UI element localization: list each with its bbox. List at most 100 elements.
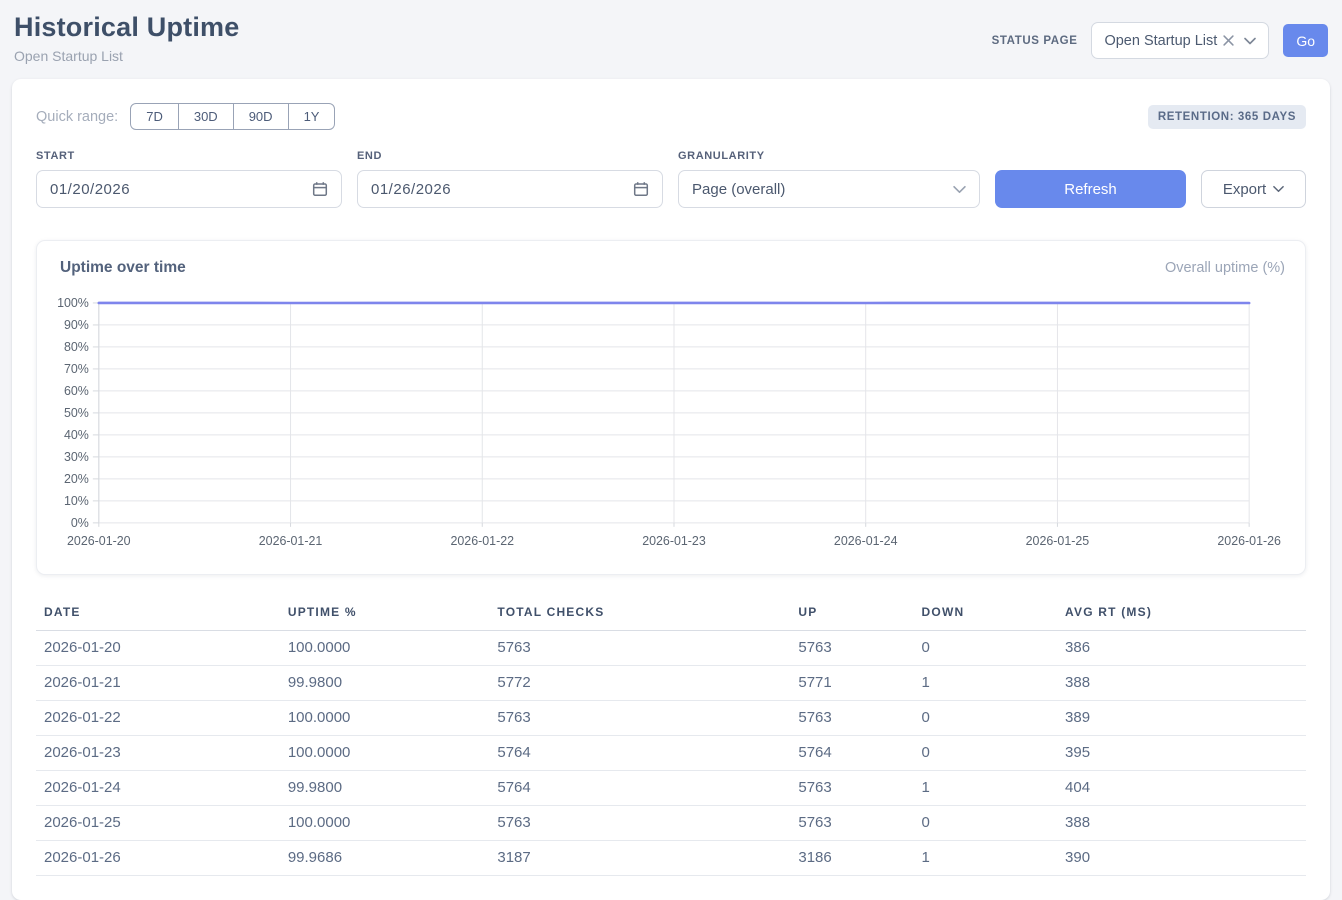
table-cell: 5763 bbox=[489, 630, 790, 665]
end-date-input[interactable]: 01/26/2026 bbox=[357, 170, 663, 208]
table-cell: 5764 bbox=[489, 735, 790, 770]
table-row: 2026-01-20100.0000576357630386 bbox=[36, 630, 1306, 665]
table-cell: 100.0000 bbox=[280, 805, 490, 840]
table-header-row: DATEUPTIME %TOTAL CHECKSUPDOWNAVG RT (MS… bbox=[36, 599, 1306, 631]
clear-icon[interactable] bbox=[1223, 35, 1234, 46]
table-cell: 386 bbox=[1057, 630, 1306, 665]
uptime-chart-card: Uptime over time Overall uptime (%) 0% 10… bbox=[36, 240, 1306, 575]
table-cell: 100.0000 bbox=[280, 700, 490, 735]
topbar: Historical Uptime Open Startup List STAT… bbox=[12, 10, 1330, 64]
column-header: UP bbox=[790, 599, 913, 631]
table-cell: 99.9800 bbox=[280, 770, 490, 805]
table-cell: 388 bbox=[1057, 805, 1306, 840]
table-cell: 390 bbox=[1057, 840, 1306, 875]
start-date-field: START 01/20/2026 bbox=[36, 150, 342, 208]
table-cell: 1 bbox=[914, 770, 1058, 805]
svg-text:30%: 30% bbox=[64, 450, 89, 464]
chevron-down-icon bbox=[1273, 185, 1284, 193]
filter-form-row: START 01/20/2026 END 01/26/2026 bbox=[36, 150, 1306, 208]
table-cell: 5772 bbox=[489, 665, 790, 700]
table-cell: 5763 bbox=[489, 700, 790, 735]
chart-legend-label: Overall uptime (%) bbox=[1165, 260, 1285, 276]
chart-header: Uptime over time Overall uptime (%) bbox=[57, 259, 1285, 277]
column-header: TOTAL CHECKS bbox=[489, 599, 790, 631]
svg-text:80%: 80% bbox=[64, 340, 89, 354]
svg-text:2026-01-26: 2026-01-26 bbox=[1217, 534, 1281, 548]
table-cell: 5763 bbox=[489, 805, 790, 840]
table-cell: 0 bbox=[914, 735, 1058, 770]
status-page-selected-value: Open Startup List bbox=[1104, 33, 1217, 49]
table-cell: 3186 bbox=[790, 840, 913, 875]
uptime-table: DATEUPTIME %TOTAL CHECKSUPDOWNAVG RT (MS… bbox=[36, 599, 1306, 876]
svg-text:20%: 20% bbox=[64, 472, 89, 486]
table-cell: 0 bbox=[914, 630, 1058, 665]
table-cell: 0 bbox=[914, 805, 1058, 840]
quick-range-7d-button[interactable]: 7D bbox=[130, 103, 179, 130]
chart-title: Uptime over time bbox=[60, 259, 186, 277]
start-date-value: 01/20/2026 bbox=[50, 181, 130, 198]
start-date-input[interactable]: 01/20/2026 bbox=[36, 170, 342, 208]
granularity-selected-value: Page (overall) bbox=[692, 181, 785, 198]
export-button[interactable]: Export bbox=[1201, 170, 1306, 208]
status-page-select[interactable]: Open Startup List bbox=[1091, 22, 1269, 59]
quick-range-30d-button[interactable]: 30D bbox=[178, 103, 234, 130]
svg-text:2026-01-22: 2026-01-22 bbox=[450, 534, 514, 548]
table-row: 2026-01-22100.0000576357630389 bbox=[36, 700, 1306, 735]
quick-range-label: Quick range: bbox=[36, 109, 118, 125]
svg-text:40%: 40% bbox=[64, 428, 89, 442]
table-cell: 2026-01-21 bbox=[36, 665, 280, 700]
status-page-label: STATUS PAGE bbox=[992, 35, 1078, 47]
table-cell: 404 bbox=[1057, 770, 1306, 805]
granularity-select[interactable]: Page (overall) bbox=[678, 170, 980, 208]
table-row: 2026-01-2199.9800577257711388 bbox=[36, 665, 1306, 700]
svg-text:10%: 10% bbox=[64, 494, 89, 508]
svg-text:50%: 50% bbox=[64, 406, 89, 420]
svg-text:100%: 100% bbox=[57, 296, 89, 310]
table-cell: 5763 bbox=[790, 770, 913, 805]
table-cell: 5763 bbox=[790, 700, 913, 735]
chevron-down-icon bbox=[953, 185, 966, 194]
end-date-value: 01/26/2026 bbox=[371, 181, 451, 198]
table-row: 2026-01-23100.0000576457640395 bbox=[36, 735, 1306, 770]
column-header: UPTIME % bbox=[280, 599, 490, 631]
quick-range-1y-button[interactable]: 1Y bbox=[288, 103, 336, 130]
table-cell: 5771 bbox=[790, 665, 913, 700]
refresh-button[interactable]: Refresh bbox=[995, 170, 1186, 208]
column-header: AVG RT (MS) bbox=[1057, 599, 1306, 631]
svg-text:2026-01-20: 2026-01-20 bbox=[67, 534, 131, 548]
quick-range-row: Quick range: 7D30D90D1Y RETENTION: 365 D… bbox=[36, 103, 1306, 130]
page-subtitle: Open Startup List bbox=[14, 48, 239, 64]
svg-text:0%: 0% bbox=[71, 516, 89, 530]
svg-text:2026-01-23: 2026-01-23 bbox=[642, 534, 706, 548]
uptime-line-chart: 0%10%20%30%40%50%60%70%80%90%100%2026-01… bbox=[57, 291, 1285, 562]
table-cell: 2026-01-26 bbox=[36, 840, 280, 875]
table-cell: 389 bbox=[1057, 700, 1306, 735]
export-button-label: Export bbox=[1223, 181, 1266, 198]
table-cell: 100.0000 bbox=[280, 630, 490, 665]
historical-uptime-page: Historical Uptime Open Startup List STAT… bbox=[0, 0, 1342, 900]
table-cell: 1 bbox=[914, 665, 1058, 700]
quick-range-90d-button[interactable]: 90D bbox=[233, 103, 289, 130]
table-cell: 395 bbox=[1057, 735, 1306, 770]
svg-text:60%: 60% bbox=[64, 384, 89, 398]
end-date-field: END 01/26/2026 bbox=[357, 150, 663, 208]
end-label: END bbox=[357, 150, 663, 162]
table-cell: 388 bbox=[1057, 665, 1306, 700]
table-cell: 5764 bbox=[790, 735, 913, 770]
go-button[interactable]: Go bbox=[1283, 24, 1328, 57]
table-cell: 0 bbox=[914, 700, 1058, 735]
topbar-controls: STATUS PAGE Open Startup List Go bbox=[992, 22, 1328, 59]
granularity-label: GRANULARITY bbox=[678, 150, 980, 162]
svg-text:2026-01-25: 2026-01-25 bbox=[1026, 534, 1090, 548]
table-cell: 2026-01-22 bbox=[36, 700, 280, 735]
table-cell: 2026-01-24 bbox=[36, 770, 280, 805]
table-row: 2026-01-25100.0000576357630388 bbox=[36, 805, 1306, 840]
table-cell: 5763 bbox=[790, 630, 913, 665]
calendar-icon[interactable] bbox=[312, 181, 328, 197]
table-cell: 2026-01-23 bbox=[36, 735, 280, 770]
page-title: Historical Uptime bbox=[14, 12, 239, 43]
table-cell: 100.0000 bbox=[280, 735, 490, 770]
main-panel: Quick range: 7D30D90D1Y RETENTION: 365 D… bbox=[12, 79, 1330, 900]
calendar-icon[interactable] bbox=[633, 181, 649, 197]
svg-text:70%: 70% bbox=[64, 362, 89, 376]
